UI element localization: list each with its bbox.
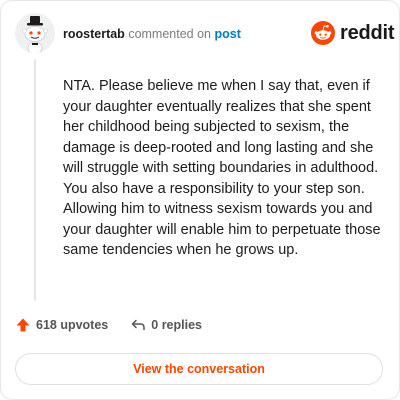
comment-card: roostertab commented on post reddit NTA.… [0, 0, 400, 400]
view-conversation-label: View the conversation [133, 362, 265, 376]
upvote-count: 618 upvotes [36, 318, 109, 332]
reddit-brand[interactable]: reddit [311, 21, 395, 45]
reply-count: 0 replies [151, 318, 202, 332]
thread-line [34, 59, 36, 301]
avatar[interactable] [15, 13, 55, 53]
username[interactable]: roostertab [63, 27, 125, 41]
comment-header: roostertab commented on post [63, 27, 241, 41]
view-conversation-button[interactable]: View the conversation [15, 353, 383, 385]
snoo-avatar-icon [22, 16, 48, 53]
post-link[interactable]: post [214, 27, 240, 41]
reply-arrow-icon [132, 319, 146, 331]
upvote-arrow-icon [16, 318, 30, 332]
comment-actions: 618 upvotes 0 replies [15, 317, 202, 333]
comment-text: NTA. Please believe me when I say that, … [63, 78, 381, 258]
upvote-button[interactable]: 618 upvotes [15, 317, 108, 333]
reddit-snoo-icon [311, 21, 335, 45]
reddit-wordmark: reddit [340, 21, 395, 44]
commented-on-text: commented on [128, 27, 211, 41]
replies-button[interactable]: 0 replies [130, 317, 202, 333]
